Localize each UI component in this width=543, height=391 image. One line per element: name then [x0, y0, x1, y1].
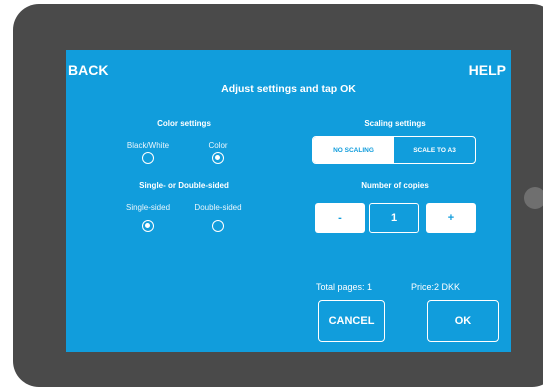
home-button[interactable]	[524, 187, 543, 209]
ok-button[interactable]: OK	[427, 300, 499, 342]
double-sided-label: Double-sided	[194, 203, 242, 212]
color-label: Color	[208, 141, 228, 150]
scaling-segmented-control: NO SCALING SCALE TO A3	[312, 136, 476, 164]
black-white-radio[interactable]	[142, 152, 154, 164]
single-sided-radio[interactable]	[142, 220, 154, 232]
sides-heading: Single- or Double-sided	[139, 181, 229, 190]
total-pages-text: Total pages: 1	[316, 282, 373, 292]
double-sided-radio[interactable]	[212, 220, 224, 232]
no-scaling-option[interactable]: NO SCALING	[313, 137, 394, 163]
price-text: Price:2 DKK	[411, 282, 461, 292]
back-button[interactable]: BACK	[68, 62, 108, 78]
color-settings-heading: Color settings	[157, 119, 211, 128]
scale-to-a3-option[interactable]: SCALE TO A3	[394, 137, 475, 163]
cancel-button[interactable]: CANCEL	[318, 300, 385, 342]
black-white-label: Black/White	[126, 141, 170, 150]
scaling-settings-heading: Scaling settings	[364, 119, 426, 128]
copies-count: 1	[369, 203, 419, 233]
decrease-copies-button[interactable]: -	[315, 203, 365, 233]
single-sided-label: Single-sided	[125, 203, 171, 212]
increase-copies-button[interactable]: +	[426, 203, 476, 233]
radio-selected-dot	[145, 223, 151, 229]
page-title: Adjust settings and tap OK	[221, 83, 356, 95]
radio-selected-dot	[215, 155, 221, 161]
copies-heading: Number of copies	[361, 181, 429, 190]
color-radio[interactable]	[212, 152, 224, 164]
help-button[interactable]: HELP	[469, 62, 506, 78]
print-settings-screen: BACK HELP Adjust settings and tap OK Col…	[66, 50, 511, 352]
